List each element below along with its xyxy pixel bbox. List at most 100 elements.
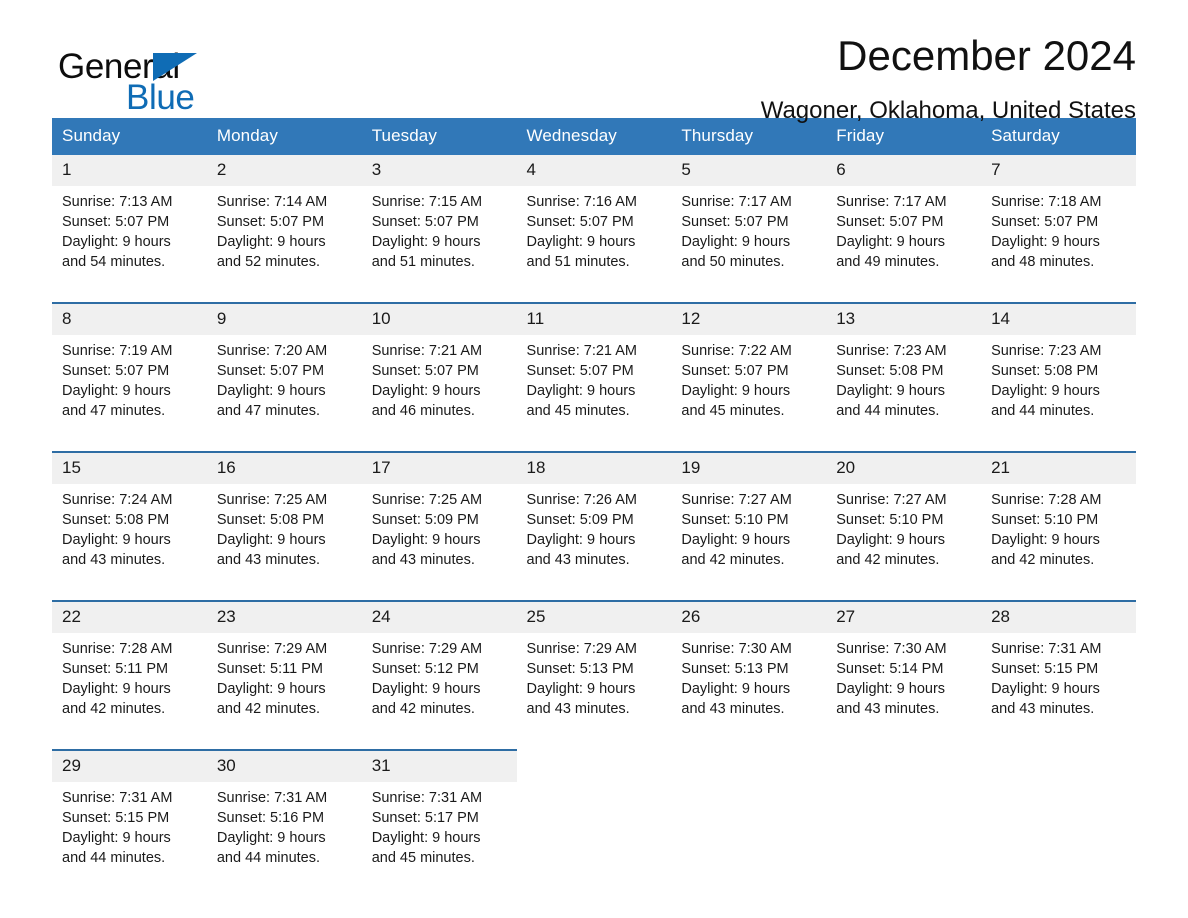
daylight-text-line2: and 51 minutes. — [526, 254, 630, 270]
day-cell[interactable]: Sunrise: 7:21 AM Sunset: 5:07 PM Dayligh… — [361, 335, 517, 452]
day-number[interactable]: 11 — [516, 302, 672, 335]
day-number[interactable]: 5 — [671, 155, 827, 186]
sunrise-text: Sunrise: 7:25 AM — [371, 492, 483, 508]
sunset-text: Sunset: 5:11 PM — [62, 661, 169, 677]
day-number[interactable]: 18 — [516, 451, 672, 484]
daylight-text-line2: and 50 minutes. — [681, 254, 785, 270]
day-cell[interactable]: Sunrise: 7:25 AM Sunset: 5:08 PM Dayligh… — [206, 484, 362, 601]
day-number[interactable]: 29 — [52, 749, 207, 782]
day-cell[interactable]: Sunrise: 7:29 AM Sunset: 5:13 PM Dayligh… — [516, 633, 672, 750]
day-number[interactable]: 25 — [516, 600, 672, 633]
day-cell[interactable]: Sunrise: 7:22 AM Sunset: 5:07 PM Dayligh… — [671, 335, 827, 452]
day-number[interactable]: 3 — [361, 155, 517, 186]
day-number[interactable]: 4 — [516, 155, 672, 186]
day-number[interactable]: 23 — [206, 600, 362, 633]
sunrise-text: Sunrise: 7:13 AM — [62, 194, 173, 210]
day-cell[interactable]: Sunrise: 7:31 AM Sunset: 5:17 PM Dayligh… — [361, 782, 517, 898]
sunrise-text: Sunrise: 7:23 AM — [836, 343, 947, 359]
day-cell[interactable]: Sunrise: 7:31 AM Sunset: 5:16 PM Dayligh… — [206, 782, 362, 898]
day-cell[interactable]: Sunrise: 7:30 AM Sunset: 5:14 PM Dayligh… — [826, 633, 982, 750]
day-cell[interactable]: Sunrise: 7:16 AM Sunset: 5:07 PM Dayligh… — [516, 186, 672, 303]
daylight-text-line1: Daylight: 9 hours — [371, 532, 481, 548]
day-number[interactable]: 30 — [206, 749, 362, 782]
day-cell[interactable]: Sunrise: 7:26 AM Sunset: 5:09 PM Dayligh… — [516, 484, 672, 601]
sunrise-text: Sunrise: 7:17 AM — [836, 194, 947, 210]
empty-day-cell — [671, 782, 827, 898]
day-cell[interactable]: Sunrise: 7:28 AM Sunset: 5:10 PM Dayligh… — [981, 484, 1136, 601]
day-number[interactable]: 20 — [826, 451, 982, 484]
sunset-text: Sunset: 5:12 PM — [371, 661, 479, 677]
day-cell[interactable]: Sunrise: 7:25 AM Sunset: 5:09 PM Dayligh… — [361, 484, 517, 601]
calendar-page: General Blue December 2024 Wagoner, Okla… — [0, 0, 1188, 918]
daylight-text-line1: Daylight: 9 hours — [216, 234, 326, 250]
daylight-text-line1: Daylight: 9 hours — [991, 681, 1100, 697]
day-cell[interactable]: Sunrise: 7:18 AM Sunset: 5:07 PM Dayligh… — [981, 186, 1136, 303]
day-number[interactable]: 27 — [826, 600, 982, 633]
day-cell[interactable]: Sunrise: 7:17 AM Sunset: 5:07 PM Dayligh… — [826, 186, 982, 303]
day-number[interactable]: 21 — [981, 451, 1136, 484]
day-number[interactable]: 26 — [671, 600, 827, 633]
daylight-text-line1: Daylight: 9 hours — [991, 234, 1100, 250]
daylight-text-line1: Daylight: 9 hours — [216, 681, 326, 697]
day-cell[interactable]: Sunrise: 7:24 AM Sunset: 5:08 PM Dayligh… — [52, 484, 207, 601]
day-cell[interactable]: Sunrise: 7:19 AM Sunset: 5:07 PM Dayligh… — [52, 335, 207, 452]
day-cell[interactable]: Sunrise: 7:29 AM Sunset: 5:12 PM Dayligh… — [361, 633, 517, 750]
sunset-text: Sunset: 5:07 PM — [991, 214, 1099, 230]
day-cell[interactable]: Sunrise: 7:20 AM Sunset: 5:07 PM Dayligh… — [206, 335, 362, 452]
sunrise-text: Sunrise: 7:23 AM — [991, 343, 1102, 359]
day-cell[interactable]: Sunrise: 7:31 AM Sunset: 5:15 PM Dayligh… — [52, 782, 207, 898]
daylight-text-line1: Daylight: 9 hours — [526, 383, 636, 399]
day-cell[interactable]: Sunrise: 7:27 AM Sunset: 5:10 PM Dayligh… — [826, 484, 982, 601]
daylight-text-line2: and 47 minutes. — [62, 403, 166, 419]
daylight-text-line1: Daylight: 9 hours — [836, 532, 946, 548]
day-number[interactable]: 8 — [52, 302, 207, 335]
day-cell[interactable]: Sunrise: 7:17 AM Sunset: 5:07 PM Dayligh… — [671, 186, 827, 303]
day-number[interactable]: 6 — [826, 155, 982, 186]
day-number[interactable]: 24 — [361, 600, 517, 633]
week-2-date-row: 8 9 10 11 12 13 14 — [52, 302, 1136, 335]
sunset-text: Sunset: 5:10 PM — [681, 512, 789, 528]
daylight-text-line1: Daylight: 9 hours — [371, 383, 481, 399]
day-number[interactable]: 12 — [671, 302, 827, 335]
day-cell[interactable]: Sunrise: 7:29 AM Sunset: 5:11 PM Dayligh… — [206, 633, 362, 750]
day-cell[interactable]: Sunrise: 7:21 AM Sunset: 5:07 PM Dayligh… — [516, 335, 672, 452]
daylight-text-line2: and 43 minutes. — [526, 552, 630, 568]
day-number[interactable]: 15 — [52, 451, 207, 484]
day-number[interactable]: 16 — [206, 451, 362, 484]
day-cell[interactable]: Sunrise: 7:30 AM Sunset: 5:13 PM Dayligh… — [671, 633, 827, 750]
day-cell[interactable]: Sunrise: 7:27 AM Sunset: 5:10 PM Dayligh… — [671, 484, 827, 601]
sunrise-text: Sunrise: 7:14 AM — [216, 194, 328, 210]
day-number[interactable]: 17 — [361, 451, 517, 484]
sunrise-text: Sunrise: 7:21 AM — [526, 343, 637, 359]
day-cell[interactable]: Sunrise: 7:31 AM Sunset: 5:15 PM Dayligh… — [981, 633, 1136, 750]
day-cell[interactable]: Sunrise: 7:23 AM Sunset: 5:08 PM Dayligh… — [826, 335, 982, 452]
sunset-text: Sunset: 5:07 PM — [371, 363, 479, 379]
daylight-text-line2: and 43 minutes. — [216, 552, 321, 568]
sunset-text: Sunset: 5:13 PM — [681, 661, 789, 677]
day-number[interactable]: 22 — [52, 600, 207, 633]
title-block: December 2024 Wagoner, Oklahoma, United … — [761, 0, 1136, 126]
daylight-text-line1: Daylight: 9 hours — [681, 532, 791, 548]
day-number[interactable]: 10 — [361, 302, 517, 335]
day-number[interactable]: 7 — [981, 155, 1136, 186]
day-number[interactable]: 14 — [981, 302, 1136, 335]
day-cell[interactable]: Sunrise: 7:23 AM Sunset: 5:08 PM Dayligh… — [981, 335, 1136, 452]
day-number[interactable]: 19 — [671, 451, 827, 484]
empty-day-cell — [516, 782, 672, 898]
day-number[interactable]: 31 — [361, 749, 517, 782]
daylight-text-line1: Daylight: 9 hours — [62, 532, 171, 548]
daylight-text-line1: Daylight: 9 hours — [371, 830, 481, 846]
day-number[interactable]: 1 — [52, 155, 207, 186]
sunrise-text: Sunrise: 7:15 AM — [371, 194, 483, 210]
sunset-text: Sunset: 5:09 PM — [371, 512, 479, 528]
day-number[interactable]: 2 — [206, 155, 362, 186]
day-number[interactable]: 28 — [981, 600, 1136, 633]
day-number[interactable]: 9 — [206, 302, 362, 335]
general-blue-logo[interactable]: General Blue — [58, 48, 318, 120]
day-cell[interactable]: Sunrise: 7:13 AM Sunset: 5:07 PM Dayligh… — [52, 186, 207, 303]
daylight-text-line1: Daylight: 9 hours — [526, 532, 636, 548]
day-cell[interactable]: Sunrise: 7:28 AM Sunset: 5:11 PM Dayligh… — [52, 633, 207, 750]
day-cell[interactable]: Sunrise: 7:14 AM Sunset: 5:07 PM Dayligh… — [206, 186, 362, 303]
day-cell[interactable]: Sunrise: 7:15 AM Sunset: 5:07 PM Dayligh… — [361, 186, 517, 303]
day-number[interactable]: 13 — [826, 302, 982, 335]
